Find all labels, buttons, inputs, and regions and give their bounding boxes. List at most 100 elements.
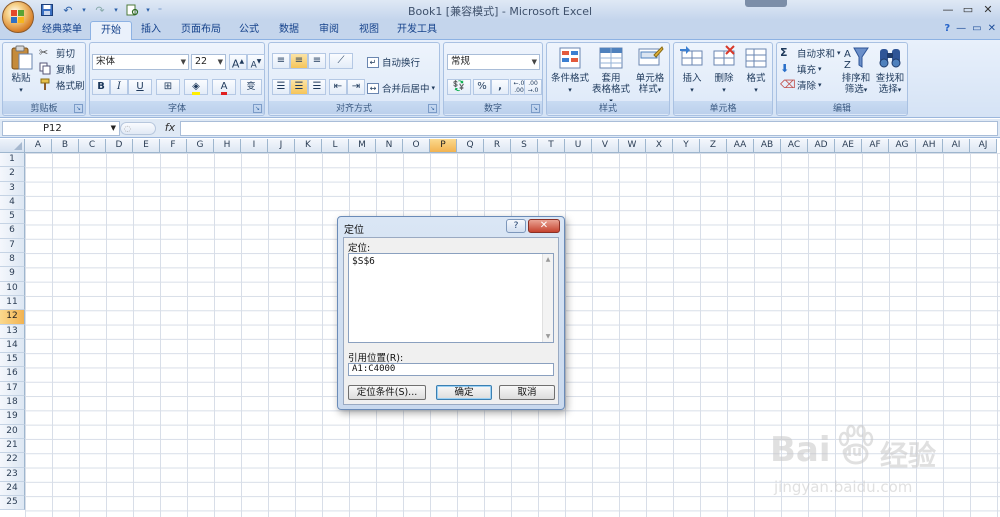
scroll-up-icon[interactable]: ▲ — [543, 254, 553, 265]
clear-button[interactable]: ⌫ 清除 ▾ — [780, 77, 822, 93]
decrease-decimal-button[interactable]: .00 →.0 — [524, 79, 542, 95]
row-header[interactable]: 3 — [0, 181, 25, 196]
column-header[interactable]: W — [619, 139, 646, 153]
column-header[interactable]: AA — [727, 139, 754, 153]
column-header[interactable]: AB — [754, 139, 781, 153]
column-header[interactable]: AG — [889, 139, 916, 153]
insert-cells-button[interactable]: 插入 ▾ — [676, 45, 708, 96]
column-header[interactable]: AD — [808, 139, 835, 153]
column-header[interactable]: AJ — [970, 139, 997, 153]
goto-list[interactable]: $S$6 ▲ ▼ — [348, 253, 554, 343]
column-header[interactable]: H — [214, 139, 241, 153]
italic-button[interactable]: I — [110, 79, 128, 95]
column-header[interactable]: A — [25, 139, 52, 153]
format-as-table-button[interactable]: 套用表格格式▾ — [591, 45, 631, 107]
dialog-launcher-icon[interactable]: ↘ — [253, 104, 262, 113]
bold-button[interactable]: B — [92, 79, 110, 95]
row-header[interactable]: 15 — [0, 353, 25, 368]
column-header[interactable]: O — [403, 139, 430, 153]
row-header[interactable]: 12 — [0, 310, 25, 325]
align-center-button[interactable]: ☰ — [290, 79, 308, 95]
align-left-button[interactable]: ☰ — [272, 79, 290, 95]
column-header[interactable]: U — [565, 139, 592, 153]
tab-data[interactable]: 数据 — [272, 21, 306, 40]
dialog-launcher-icon[interactable]: ↘ — [74, 104, 83, 113]
column-header[interactable]: V — [592, 139, 619, 153]
row-header[interactable]: 2 — [0, 167, 25, 182]
cell-styles-button[interactable]: 单元格 样式▾ — [631, 45, 669, 96]
align-bottom-button[interactable]: ≡ — [308, 53, 326, 69]
column-header[interactable]: J — [268, 139, 295, 153]
decrease-indent-button[interactable]: ⇤ — [329, 79, 347, 95]
ok-button[interactable]: 确定 — [436, 385, 492, 400]
minimize-button[interactable]: — — [938, 0, 958, 18]
accounting-format-button[interactable]: 💱 — [447, 79, 471, 95]
formula-bar-resize-handle[interactable]: ◌ — [120, 122, 156, 135]
fill-color-button[interactable]: ◈ — [184, 79, 208, 95]
row-header[interactable]: 4 — [0, 195, 25, 211]
help-icon[interactable]: ? — [944, 23, 950, 34]
select-all-button[interactable] — [0, 139, 25, 153]
column-header[interactable]: AI — [943, 139, 970, 153]
find-select-button[interactable]: 查找和 选择▾ — [873, 45, 907, 96]
cancel-button[interactable]: 取消 — [499, 385, 555, 400]
window-close-icon[interactable]: ✕ — [988, 23, 996, 34]
special-button[interactable]: 定位条件(S)... — [348, 385, 426, 400]
row-header[interactable]: 25 — [0, 496, 25, 511]
row-header[interactable]: 11 — [0, 295, 25, 311]
row-header[interactable]: 21 — [0, 438, 25, 454]
scroll-down-icon[interactable]: ▼ — [543, 331, 553, 342]
row-header[interactable]: 24 — [0, 481, 25, 497]
phonetic-button[interactable]: 变 — [240, 79, 262, 95]
grow-font-button[interactable]: A▲ — [229, 54, 247, 70]
row-header[interactable]: 13 — [0, 324, 25, 339]
merge-center-button[interactable]: ↔ 合并后居中 ▾ — [367, 80, 435, 96]
row-header[interactable]: 17 — [0, 381, 25, 397]
font-color-button[interactable]: A — [212, 79, 236, 95]
tab-insert[interactable]: 插入 — [134, 21, 168, 40]
row-header[interactable]: 10 — [0, 281, 25, 296]
increase-indent-button[interactable]: ⇥ — [347, 79, 365, 95]
name-box[interactable]: P12 ▼ — [2, 121, 120, 136]
tab-page-layout[interactable]: 页面布局 — [176, 21, 226, 40]
list-scrollbar[interactable]: ▲ ▼ — [542, 254, 553, 342]
column-header[interactable]: R — [484, 139, 511, 153]
row-header[interactable]: 14 — [0, 338, 25, 354]
row-header[interactable]: 8 — [0, 253, 25, 268]
ribbon-minimize-tab[interactable] — [745, 0, 787, 7]
column-header[interactable]: Z — [700, 139, 727, 153]
close-button[interactable]: ✕ — [978, 0, 998, 18]
copy-button[interactable]: 复制 — [39, 61, 75, 77]
number-format-combo[interactable]: 常规 ▼ — [447, 54, 540, 70]
cut-button[interactable]: ✂ 剪切 — [39, 45, 75, 61]
sort-filter-button[interactable]: AZ 排序和 筛选▾ — [839, 45, 873, 96]
fill-button[interactable]: ⬇ 填充 ▾ — [780, 61, 822, 77]
format-cells-button[interactable]: 格式 ▾ — [740, 45, 772, 96]
row-header[interactable]: 1 — [0, 153, 25, 168]
align-top-button[interactable]: ≡ — [272, 53, 290, 69]
column-header[interactable]: AH — [916, 139, 943, 153]
row-header[interactable]: 16 — [0, 367, 25, 382]
row-header[interactable]: 23 — [0, 467, 25, 482]
reference-input[interactable]: A1:C4000 — [348, 363, 554, 376]
list-item[interactable]: $S$6 — [352, 256, 375, 267]
column-header[interactable]: AC — [781, 139, 808, 153]
column-header[interactable]: I — [241, 139, 268, 153]
column-header[interactable]: T — [538, 139, 565, 153]
formula-input[interactable] — [180, 121, 998, 136]
column-header[interactable]: Q — [457, 139, 484, 153]
font-name-combo[interactable]: 宋体 ▼ — [92, 54, 189, 70]
underline-button[interactable]: U — [128, 79, 152, 95]
column-header[interactable]: G — [187, 139, 214, 153]
column-header[interactable]: E — [133, 139, 160, 153]
column-header[interactable]: D — [106, 139, 133, 153]
window-restore-icon[interactable]: ▭ — [972, 23, 981, 34]
insert-function-button[interactable]: fx — [160, 121, 180, 136]
autosum-button[interactable]: Σ 自动求和 ▾ — [780, 45, 841, 61]
row-header[interactable]: 5 — [0, 210, 25, 225]
column-header[interactable]: C — [79, 139, 106, 153]
column-header[interactable]: AF — [862, 139, 889, 153]
column-header[interactable]: X — [646, 139, 673, 153]
row-header[interactable]: 9 — [0, 267, 25, 282]
column-header[interactable]: F — [160, 139, 187, 153]
